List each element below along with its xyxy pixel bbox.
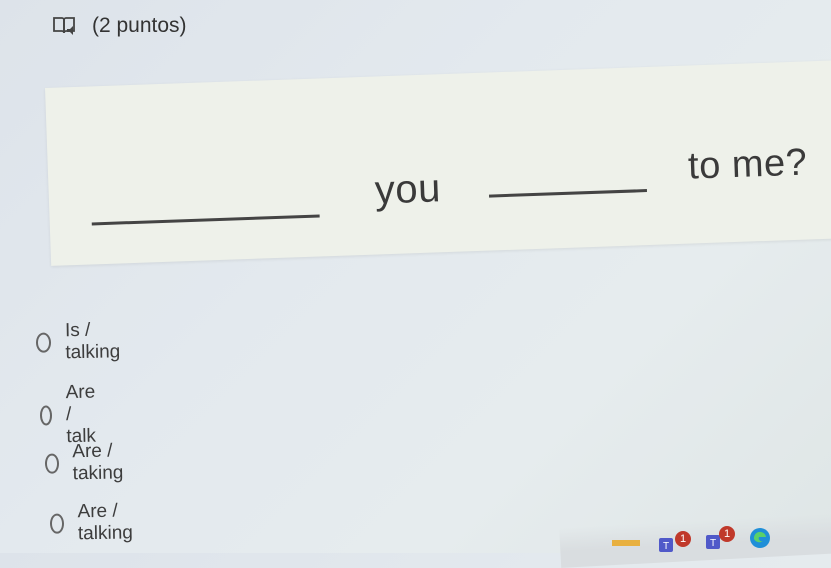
blank-1	[91, 214, 320, 226]
notification-badge: 1	[719, 526, 735, 542]
sentence-word-to-me: to me?	[687, 141, 808, 188]
blank-2	[488, 189, 647, 198]
edge-icon[interactable]	[748, 526, 772, 555]
points-label: (2 puntos)	[92, 14, 187, 37]
svg-text:T: T	[710, 538, 716, 549]
question-image-card: you to me?	[45, 60, 831, 266]
option-label: Are / taking	[72, 440, 124, 485]
radio-button[interactable]	[44, 453, 59, 474]
radio-button[interactable]	[39, 405, 53, 426]
option-label: Are / talking	[77, 500, 134, 545]
option-1[interactable]: Is / talking	[35, 319, 126, 365]
immersive-reader-icon[interactable]	[52, 15, 78, 37]
taskbar	[559, 512, 831, 568]
svg-text:T: T	[663, 541, 669, 552]
question-header: (2 puntos)	[52, 14, 187, 38]
folder-icon[interactable]	[612, 540, 640, 546]
option-label: Is / talking	[64, 319, 121, 364]
option-label: Are / talk	[65, 381, 97, 448]
option-4[interactable]: Are / talking	[49, 500, 140, 546]
notification-badge: 1	[675, 531, 691, 547]
radio-button[interactable]	[35, 332, 52, 353]
radio-button[interactable]	[49, 513, 64, 534]
option-2[interactable]: Are / talk	[39, 381, 104, 448]
sentence-word-you: you	[374, 166, 442, 213]
option-3[interactable]: Are / taking	[44, 440, 130, 485]
